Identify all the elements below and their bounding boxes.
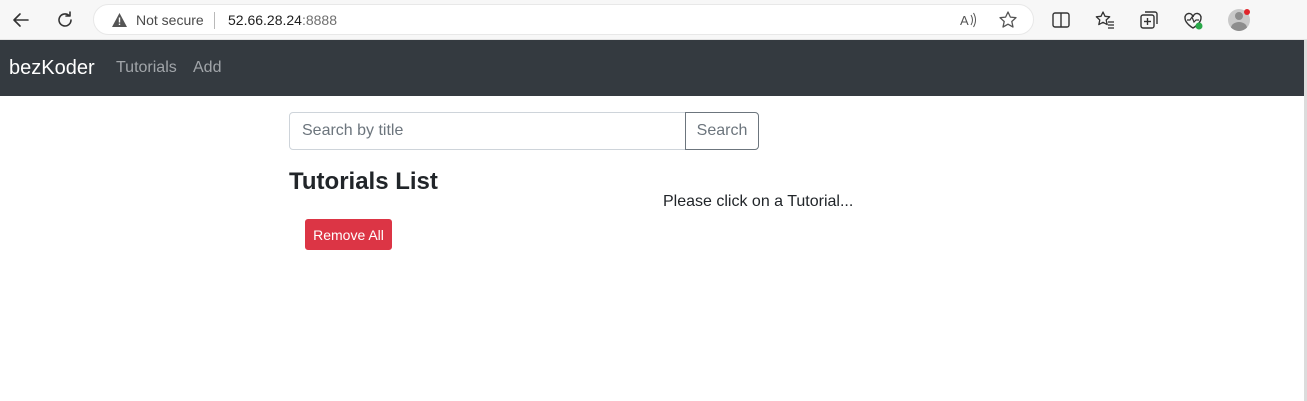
warning-icon[interactable] [111, 12, 128, 28]
browser-toolbar: Not secure 52.66.28.24:8888 A [0, 0, 1307, 40]
brand-link[interactable]: bezKoder [9, 57, 95, 80]
url-port: :8888 [301, 12, 338, 28]
address-separator [214, 12, 215, 29]
url-host: 52.66.28.24 [228, 12, 302, 28]
select-tutorial-hint: Please click on a Tutorial... [663, 193, 854, 210]
favorite-star-icon[interactable] [998, 10, 1018, 30]
browser-essentials-icon[interactable] [1182, 9, 1204, 31]
tutorials-list-title: Tutorials List [289, 168, 438, 195]
search-input[interactable] [289, 112, 686, 150]
back-icon [13, 13, 29, 27]
read-aloud-icon[interactable]: A [958, 10, 978, 30]
refresh-icon [58, 11, 72, 27]
nav-link-add[interactable]: Add [193, 59, 221, 77]
collections-icon[interactable] [1138, 9, 1160, 31]
app-navbar: bezKoder Tutorials Add [0, 40, 1304, 96]
nav-link-tutorials[interactable]: Tutorials [116, 59, 177, 77]
split-screen-icon[interactable] [1050, 9, 1072, 31]
remove-all-button[interactable]: Remove All [305, 219, 392, 250]
favorites-icon[interactable] [1094, 9, 1116, 31]
security-status[interactable]: Not secure [136, 12, 204, 28]
refresh-button[interactable] [51, 6, 79, 34]
notification-dot [1244, 9, 1250, 15]
url-text[interactable]: 52.66.28.24:8888 [228, 12, 337, 28]
search-button[interactable]: Search [685, 112, 759, 150]
svg-text:A: A [960, 13, 969, 28]
back-button[interactable] [7, 6, 35, 34]
address-bar[interactable]: Not secure 52.66.28.24:8888 A [93, 4, 1034, 35]
